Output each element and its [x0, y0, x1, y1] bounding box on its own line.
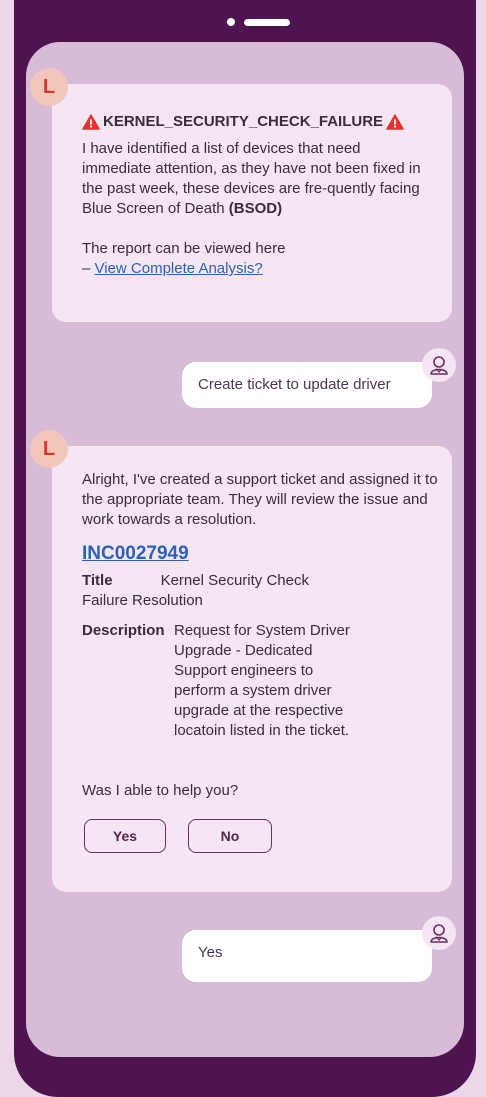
user-icon — [430, 924, 448, 943]
warning-icon — [82, 114, 100, 130]
ticket-id-link[interactable]: INC0027949 — [82, 543, 189, 564]
speaker-bar — [244, 19, 290, 26]
feedback-buttons: Yes No — [82, 819, 442, 857]
description-label: Description — [82, 622, 165, 639]
user-avatar — [422, 348, 456, 382]
ticket-message-bubble: Alright, I've created a support ticket a… — [52, 446, 452, 892]
report-link-prefix: – — [82, 260, 95, 277]
ticket-description-row: Description Request for System Driver Up… — [82, 621, 442, 741]
no-button[interactable]: No — [188, 819, 272, 853]
alert-message-bubble: KERNEL_SECURITY_CHECK_FAILURE I have ide… — [52, 84, 452, 322]
bot-avatar: L — [30, 430, 68, 468]
ticket-title-row: Title Kernel Security Check Failure Resol… — [82, 571, 382, 611]
view-analysis-link[interactable]: View Complete Analysis? — [95, 260, 263, 277]
user-message-text: Create ticket to update driver — [198, 376, 391, 393]
report-link-line: – View Complete Analysis? — [82, 259, 442, 279]
chat-screen: KERNEL_SECURITY_CHECK_FAILURE I have ide… — [26, 42, 464, 1057]
user-message-bubble: Yes — [182, 930, 432, 982]
alert-title: KERNEL_SECURITY_CHECK_FAILURE — [82, 112, 442, 132]
camera-dot — [227, 18, 235, 26]
alert-title-text: KERNEL_SECURITY_CHECK_FAILURE — [103, 113, 384, 130]
user-icon — [430, 356, 448, 375]
yes-button[interactable]: Yes — [84, 819, 166, 853]
alert-body-bold: (BSOD) — [228, 200, 283, 217]
feedback-question: Was I able to help you? — [82, 782, 239, 799]
warning-icon — [386, 114, 404, 130]
alert-body: I have identified a list of devices that… — [82, 139, 427, 219]
reply-intro: Alright, I've created a support ticket a… — [82, 471, 438, 528]
bot-avatar: L — [30, 68, 68, 106]
user-message-bubble: Create ticket to update driver — [182, 362, 432, 408]
phone-frame: KERNEL_SECURITY_CHECK_FAILURE I have ide… — [14, 0, 476, 1097]
title-value-line1: Kernel Security Check — [160, 572, 309, 589]
report-line: The report can be viewed here — [82, 240, 286, 257]
title-value-line2: Failure Resolution — [82, 592, 203, 609]
user-avatar — [422, 916, 456, 950]
title-label: Title — [82, 572, 113, 589]
description-value: Request for System Driver Upgrade - Dedi… — [174, 622, 350, 739]
user-message-text: Yes — [198, 944, 223, 961]
